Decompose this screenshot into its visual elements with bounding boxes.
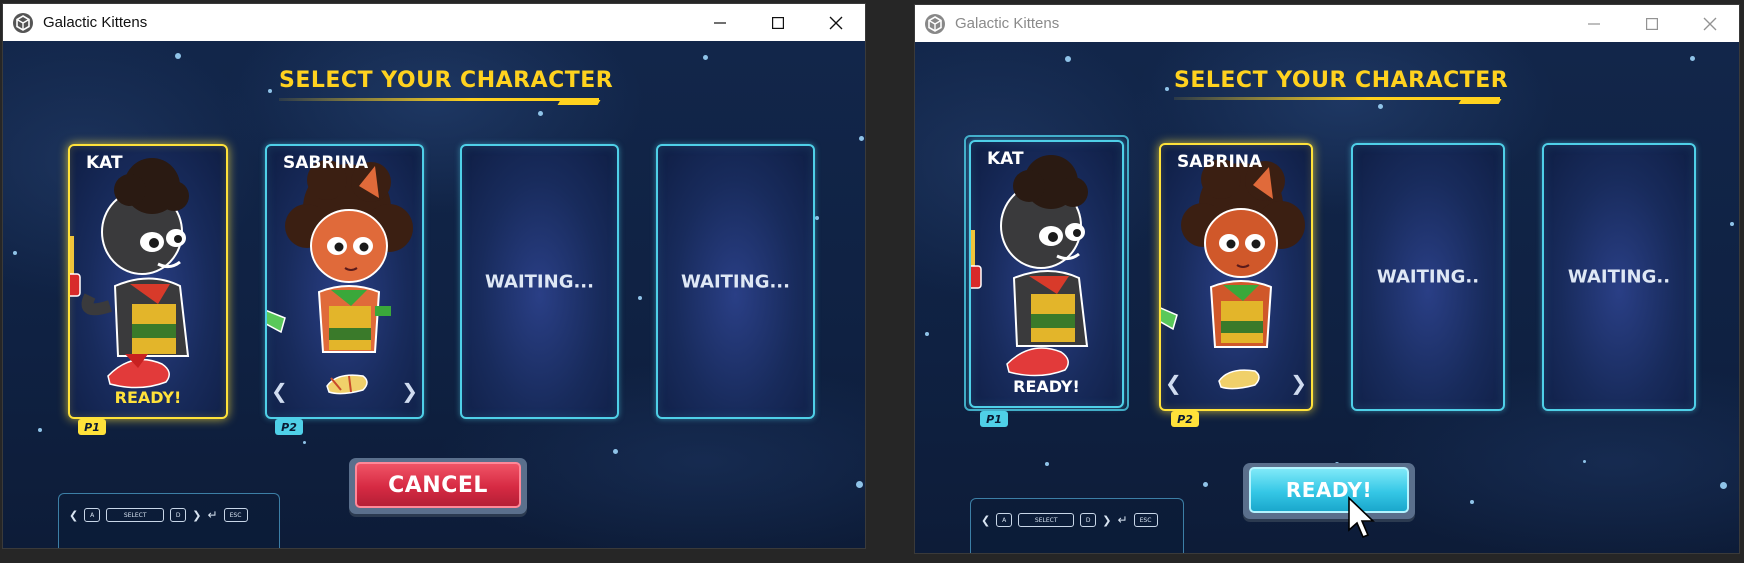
- close-button[interactable]: [807, 4, 865, 41]
- screen-heading: SELECT YOUR CHARACTER: [279, 68, 614, 93]
- player-tag-p2: P2: [275, 419, 303, 435]
- heading-underline: [1174, 97, 1500, 100]
- star: [1165, 87, 1169, 91]
- character-card-kat[interactable]: KAT READY!: [68, 144, 228, 419]
- desktop: Galactic Kittens SELECT YOUR CHARACTER K…: [0, 0, 1744, 563]
- star: [1470, 500, 1474, 504]
- maximize-icon: [772, 16, 784, 29]
- star: [1203, 482, 1208, 487]
- maximize-icon: [1646, 17, 1658, 30]
- waiting-slot-3: WAITING..: [1351, 143, 1505, 411]
- enter-icon: ↵: [207, 508, 218, 522]
- minimize-button[interactable]: [1565, 5, 1623, 42]
- key-d: D: [170, 508, 187, 522]
- star: [13, 251, 17, 255]
- maximize-button[interactable]: [1623, 5, 1681, 42]
- star: [638, 296, 642, 300]
- enter-icon: ↵: [1117, 513, 1128, 527]
- waiting-label: WAITING..: [1376, 266, 1480, 288]
- kat-character-art: [971, 155, 1089, 377]
- key-select: SELECT: [106, 508, 165, 522]
- ready-status: READY!: [114, 388, 182, 407]
- unity-app-icon: [925, 13, 945, 34]
- waiting-slot-4: WAITING...: [656, 144, 815, 419]
- left-arrow-hint: ❮: [69, 508, 79, 522]
- keyboard-controls-hint: ❮ A SELECT D ❯ ↵ ESC: [58, 493, 280, 548]
- previous-character-arrow[interactable]: ❮: [1165, 371, 1182, 395]
- next-character-arrow[interactable]: ❯: [401, 379, 418, 403]
- kat-character-art: [70, 158, 190, 389]
- star: [815, 216, 819, 220]
- game-window-left: Galactic Kittens SELECT YOUR CHARACTER K…: [2, 3, 866, 549]
- star: [1045, 462, 1049, 466]
- star: [703, 55, 708, 60]
- waiting-label: WAITING...: [484, 271, 594, 292]
- ready-status: READY!: [1013, 377, 1080, 396]
- character-card-sabrina[interactable]: SABRINA ❮ ❯: [265, 144, 424, 419]
- key-select: SELECT: [1018, 513, 1075, 527]
- star: [925, 332, 929, 336]
- heading-accent: [1458, 99, 1502, 104]
- title-bar[interactable]: Galactic Kittens: [915, 5, 1739, 42]
- character-card-sabrina[interactable]: SABRINA ❮ ❯: [1159, 143, 1313, 411]
- heading-underline: [279, 98, 599, 101]
- star: [859, 136, 864, 141]
- game-window-right: Galactic Kittens SELECT YOUR CHARACTER K…: [914, 4, 1740, 554]
- ready-button[interactable]: READY!: [1249, 467, 1409, 513]
- right-arrow-hint: ❯: [192, 508, 202, 522]
- cancel-button[interactable]: CANCEL: [355, 462, 521, 508]
- close-button[interactable]: [1681, 5, 1739, 42]
- close-icon: [829, 16, 843, 29]
- heading-accent: [557, 100, 601, 105]
- maximize-button[interactable]: [749, 4, 807, 41]
- star: [1730, 222, 1734, 226]
- character-card-kat[interactable]: KAT READY!: [969, 140, 1124, 408]
- star: [1378, 104, 1383, 109]
- game-viewport: SELECT YOUR CHARACTER KAT READY! P1 SABR…: [3, 41, 865, 548]
- next-character-arrow[interactable]: ❯: [1290, 371, 1307, 395]
- star: [538, 111, 543, 116]
- star: [856, 481, 863, 488]
- key-a: A: [996, 513, 1013, 527]
- key-d: D: [1080, 513, 1097, 527]
- player-tag-p1: P1: [980, 411, 1008, 427]
- waiting-slot-3: WAITING...: [460, 144, 619, 419]
- left-arrow-hint: ❮: [981, 513, 991, 527]
- star: [268, 89, 272, 93]
- character-name: SABRINA: [1177, 152, 1263, 172]
- keyboard-controls-hint: ❮ A SELECT D ❯ ↵ ESC: [970, 498, 1184, 553]
- window-title: Galactic Kittens: [43, 14, 148, 31]
- character-name: KAT: [86, 153, 123, 173]
- screen-heading: SELECT YOUR CHARACTER: [1174, 68, 1509, 93]
- right-arrow-hint: ❯: [1102, 513, 1112, 527]
- star: [38, 428, 42, 432]
- title-bar[interactable]: Galactic Kittens: [3, 4, 865, 41]
- waiting-slot-4: WAITING..: [1542, 143, 1696, 411]
- mouse-cursor-icon: [1348, 496, 1375, 539]
- key-a: A: [84, 508, 101, 522]
- close-icon: [1703, 17, 1717, 30]
- star: [1583, 460, 1586, 463]
- character-name: SABRINA: [283, 153, 369, 173]
- game-viewport: SELECT YOUR CHARACTER KAT READY! P1 SABR…: [915, 42, 1739, 553]
- minimize-icon: [714, 21, 726, 24]
- star: [1690, 56, 1695, 61]
- minimize-icon: [1588, 22, 1600, 25]
- star: [613, 449, 618, 454]
- character-name: KAT: [987, 149, 1024, 169]
- waiting-label: WAITING..: [1567, 266, 1671, 288]
- star: [303, 441, 306, 444]
- previous-character-arrow[interactable]: ❮: [271, 379, 288, 403]
- key-esc: ESC: [223, 508, 248, 522]
- key-esc: ESC: [1133, 513, 1158, 527]
- player-tag-p1: P1: [78, 419, 106, 435]
- player-tag-p2: P2: [1171, 411, 1199, 427]
- window-title: Galactic Kittens: [955, 15, 1060, 32]
- unity-app-icon: [13, 12, 33, 33]
- star: [175, 53, 181, 59]
- waiting-label: WAITING...: [680, 271, 790, 292]
- star: [1065, 56, 1071, 62]
- minimize-button[interactable]: [691, 4, 749, 41]
- star: [1720, 482, 1727, 489]
